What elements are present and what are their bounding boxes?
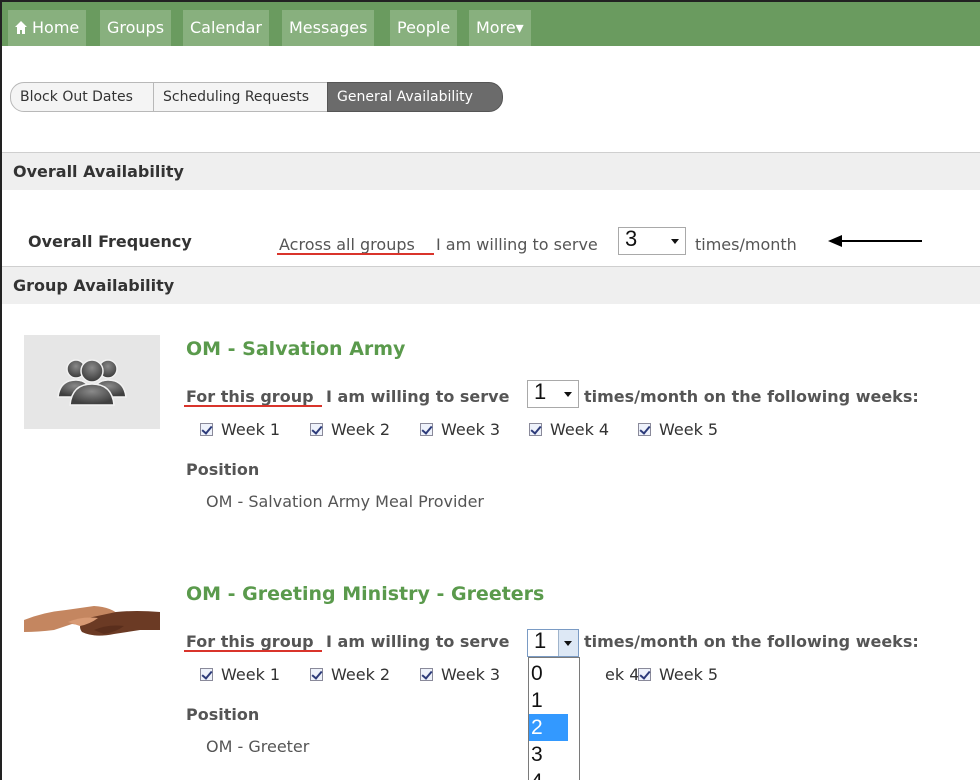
checkbox-checked-icon[interactable]	[420, 668, 433, 681]
group-availability-header: Group Availability	[2, 266, 980, 304]
group1-scope-underline	[184, 405, 322, 407]
week-label: Week 4	[550, 420, 610, 439]
scope-underline	[277, 253, 434, 255]
group1-scope-text: For this group	[186, 387, 314, 406]
overall-frequency-select[interactable]: 3	[618, 226, 686, 255]
group-avatar-people	[24, 335, 160, 429]
group1-week-4[interactable]: Week 4	[529, 420, 609, 439]
checkbox-checked-icon[interactable]	[200, 423, 213, 436]
nav-home-label: Home	[32, 18, 80, 37]
group1-week-1[interactable]: Week 1	[200, 420, 280, 439]
group1-week-3[interactable]: Week 3	[420, 420, 500, 439]
dropdown-option-highlighted[interactable]: 2	[529, 714, 568, 741]
group2-week-1[interactable]: Week 1	[200, 665, 280, 684]
overall-availability-header: Overall Availability	[2, 152, 980, 190]
week-label: Week 2	[331, 420, 391, 439]
group2-willing-text: I am willing to serve	[326, 632, 510, 651]
week-label: ek 4	[605, 665, 640, 684]
group1-week-5[interactable]: Week 5	[638, 420, 718, 439]
dropdown-option[interactable]: 4	[529, 768, 568, 780]
week-label: Week 3	[441, 420, 501, 439]
across-all-groups-text: Across all groups	[279, 235, 415, 254]
nav-calendar[interactable]: Calendar	[183, 10, 269, 46]
group2-unit-text: times/month on the following weeks:	[584, 632, 919, 651]
group1-week-2[interactable]: Week 2	[310, 420, 390, 439]
nav-messages[interactable]: Messages	[282, 10, 375, 46]
home-icon	[15, 21, 27, 34]
tab-block-out-dates[interactable]: Block Out Dates	[10, 82, 154, 112]
chevron-down-icon	[564, 641, 572, 646]
week-label: Week 2	[331, 665, 391, 684]
checkbox-checked-icon[interactable]	[310, 423, 323, 436]
group2-frequency-value: 1	[534, 628, 547, 653]
checkbox-checked-icon[interactable]	[638, 668, 651, 681]
checkbox-checked-icon[interactable]	[638, 423, 651, 436]
nav-people[interactable]: People	[390, 10, 458, 46]
group-title-greeting-ministry: OM - Greeting Ministry - Greeters	[186, 583, 545, 605]
group2-week-5[interactable]: Week 5	[638, 665, 718, 684]
group1-frequency-select[interactable]: 1	[527, 379, 579, 408]
overall-unit-text: times/month	[695, 235, 797, 254]
week-label: Week 3	[441, 665, 501, 684]
group2-scope-underline	[184, 650, 322, 652]
group-avatar-handshake	[24, 580, 160, 674]
checkbox-checked-icon[interactable]	[200, 668, 213, 681]
group2-position-label: Position	[186, 705, 260, 724]
group1-position-value: OM - Salvation Army Meal Provider	[206, 492, 484, 511]
group1-willing-text: I am willing to serve	[326, 387, 510, 406]
arrow-left-icon	[828, 235, 922, 247]
checkbox-checked-icon[interactable]	[529, 423, 542, 436]
checkbox-checked-icon[interactable]	[310, 668, 323, 681]
group1-position-label: Position	[186, 460, 260, 479]
group2-week-2[interactable]: Week 2	[310, 665, 390, 684]
group2-week-3[interactable]: Week 3	[420, 665, 500, 684]
week-label: Week 5	[659, 665, 719, 684]
overall-frequency-label: Overall Frequency	[28, 232, 192, 251]
nav-home[interactable]: Home	[8, 10, 87, 46]
group2-position-value: OM - Greeter	[206, 737, 310, 756]
group2-scope-text: For this group	[186, 632, 314, 651]
group2-dropdown-button[interactable]	[558, 630, 578, 656]
chevron-down-icon	[564, 392, 572, 397]
week-label: Week 5	[659, 420, 719, 439]
overall-frequency-value: 3	[625, 226, 638, 251]
group2-dropdown-list: 0 1 2 3 4	[528, 657, 580, 780]
dropdown-option[interactable]: 1	[529, 687, 568, 714]
group1-frequency-value: 1	[534, 379, 547, 404]
top-nav: Home Groups Calendar Messages People Mor…	[2, 2, 980, 46]
group-title-salvation-army: OM - Salvation Army	[186, 338, 406, 360]
chevron-down-icon	[671, 239, 679, 244]
dropdown-option[interactable]: 0	[529, 660, 568, 687]
tab-general-availability[interactable]: General Availability	[327, 82, 503, 112]
handshake-icon	[24, 606, 160, 636]
tab-scheduling-requests[interactable]: Scheduling Requests	[153, 82, 328, 112]
week-label: Week 1	[221, 420, 281, 439]
page-frame: Home Groups Calendar Messages People Mor…	[0, 0, 980, 780]
nav-more[interactable]: More▾	[469, 10, 531, 46]
overall-willing-text: I am willing to serve	[436, 235, 598, 254]
checkbox-checked-icon[interactable]	[420, 423, 433, 436]
nav-groups[interactable]: Groups	[100, 10, 172, 46]
dropdown-option[interactable]: 3	[529, 741, 568, 768]
people-icon	[57, 359, 127, 406]
group1-unit-text: times/month on the following weeks:	[584, 387, 919, 406]
group2-week-4[interactable]: ek 4	[605, 665, 639, 684]
week-label: Week 1	[221, 665, 281, 684]
